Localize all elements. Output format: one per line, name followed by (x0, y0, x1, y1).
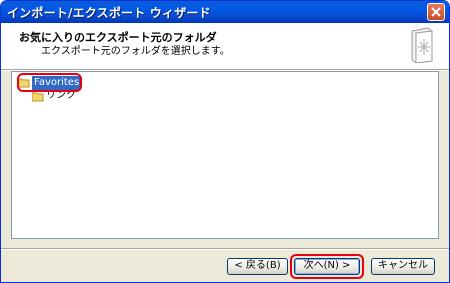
highlight-ring-next (290, 254, 364, 279)
wizard-header: お気に入りのエクスポート元のフォルダ エクスポート元のフォルダを選択します。 (1, 23, 449, 69)
close-button[interactable] (427, 3, 445, 21)
title-bar: インポート/エクスポート ウィザード (1, 1, 449, 23)
close-icon (431, 7, 441, 17)
header-subtitle: エクスポート元のフォルダを選択します。 (41, 46, 230, 57)
wizard-window: インポート/エクスポート ウィザード お気に入りのエクスポート元のフォルダ エク… (0, 0, 450, 283)
folder-icon (32, 92, 44, 102)
cancel-button[interactable]: キャンセル (371, 258, 435, 275)
wizard-book-icon (411, 27, 433, 63)
back-button[interactable]: < 戻る(B) (227, 258, 288, 275)
footer-divider-highlight (1, 249, 449, 250)
folder-tree[interactable]: Favorites リンク (11, 71, 439, 239)
highlight-ring-favorites (17, 73, 82, 92)
window-title: インポート/エクスポート ウィザード (7, 6, 211, 20)
